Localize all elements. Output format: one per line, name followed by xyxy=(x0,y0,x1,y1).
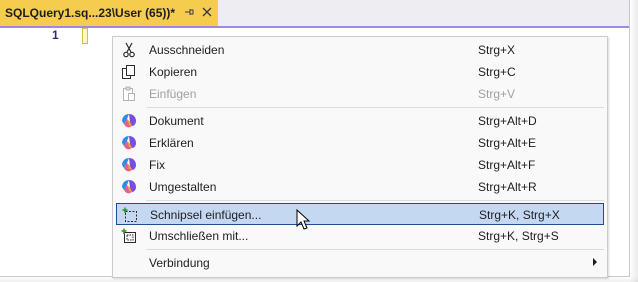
chevron-right-icon xyxy=(593,258,597,266)
insert-snippet-icon xyxy=(122,207,138,223)
page-edge-shadow xyxy=(630,0,638,282)
copy-icon xyxy=(121,64,137,80)
menu-item-explain[interactable]: Erklären Strg+Alt+E xyxy=(116,132,604,154)
tab-accent-line xyxy=(0,26,629,28)
menu-item-label: Umgestalten xyxy=(149,180,217,194)
menu-item-label: Umschließen mit... xyxy=(149,229,249,243)
menu-item-label: Dokument xyxy=(149,114,204,128)
menu-item-fix[interactable]: Fix Strg+Alt+F xyxy=(116,154,604,176)
menu-item-shortcut: Strg+Alt+R xyxy=(478,180,537,194)
page-edge-shadow xyxy=(0,276,638,282)
menu-item-shortcut: Strg+Alt+F xyxy=(478,158,536,172)
menu-item-label: Schnipsel einfügen... xyxy=(150,208,262,222)
menu-item-cut[interactable]: Ausschneiden Strg+X xyxy=(116,39,604,61)
copilot-icon xyxy=(121,113,137,129)
copilot-icon xyxy=(121,135,137,151)
menu-item-paste[interactable]: Einfügen Strg+V xyxy=(116,83,604,105)
menu-item-shortcut: Strg+Alt+E xyxy=(478,136,537,150)
menu-item-shortcut: Strg+K, Strg+X xyxy=(479,208,560,222)
text-caret-marker xyxy=(82,28,88,44)
menu-item-shortcut: Strg+Alt+D xyxy=(478,114,537,128)
menu-item-copy[interactable]: Kopieren Strg+C xyxy=(116,61,604,83)
menu-item-label: Fix xyxy=(149,158,165,172)
scissors-icon xyxy=(121,42,137,58)
menu-item-shortcut: Strg+V xyxy=(478,87,516,101)
tab-title: SQLQuery1.sq...23\User (65))* xyxy=(5,6,176,20)
document-tab[interactable]: SQLQuery1.sq...23\User (65))* xyxy=(0,0,218,26)
surround-with-icon xyxy=(121,228,137,244)
menu-item-refactor[interactable]: Umgestalten Strg+Alt+R xyxy=(116,176,604,198)
menu-item-shortcut: Strg+K, Strg+S xyxy=(478,229,559,243)
paste-icon xyxy=(121,86,137,102)
menu-item-label: Ausschneiden xyxy=(149,43,225,57)
copilot-icon xyxy=(121,157,137,173)
menu-separator xyxy=(146,107,604,108)
context-menu: Ausschneiden Strg+X Kopieren Strg+C Einf… xyxy=(112,36,608,278)
menu-item-insert-snippet[interactable]: Schnipsel einfügen... Strg+K, Strg+X xyxy=(116,203,604,225)
menu-separator xyxy=(146,200,604,201)
menu-item-connection[interactable]: Verbindung xyxy=(116,252,604,274)
menu-item-shortcut: Strg+X xyxy=(478,43,516,57)
close-icon[interactable] xyxy=(200,6,214,20)
menu-item-label: Erklären xyxy=(149,136,194,150)
menu-separator xyxy=(146,249,604,250)
copilot-icon xyxy=(121,179,137,195)
menu-item-label: Einfügen xyxy=(149,87,197,101)
menu-item-label: Verbindung xyxy=(149,256,210,270)
menu-item-shortcut: Strg+C xyxy=(478,65,516,79)
menu-item-label: Kopieren xyxy=(149,65,198,79)
menu-item-surround-with[interactable]: Umschließen mit... Strg+K, Strg+S xyxy=(116,225,604,247)
menu-item-document[interactable]: Dokument Strg+Alt+D xyxy=(116,110,604,132)
pin-icon[interactable] xyxy=(182,6,196,20)
mouse-cursor-icon xyxy=(296,209,311,230)
line-number: 1 xyxy=(52,28,59,42)
document-tab-strip: SQLQuery1.sq...23\User (65))* xyxy=(0,0,629,26)
